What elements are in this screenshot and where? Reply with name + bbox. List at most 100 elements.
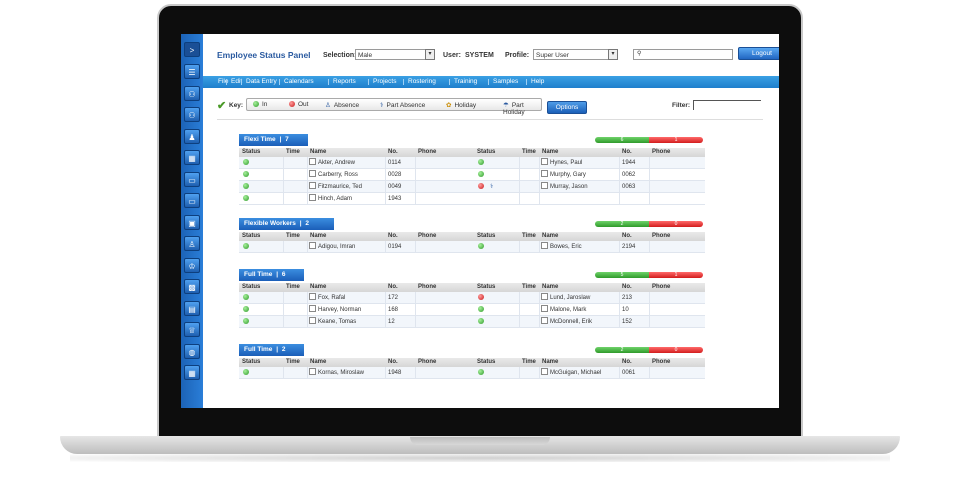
select-checkbox[interactable] [541,170,548,178]
status-dot [243,368,249,375]
status-dot [243,170,249,177]
employee-name-cell[interactable]: Hinch, Adam [309,193,352,205]
select-checkbox[interactable] [541,242,548,250]
select-checkbox[interactable] [541,293,548,301]
group-header[interactable]: Full Time | 2 [239,344,304,356]
key-item-absence[interactable]: ♙ Absence [325,101,359,109]
id-card-icon[interactable]: ▤ [184,300,200,316]
people-icon[interactable]: ⚇ [184,85,200,101]
menu-item-reports[interactable]: Reports [333,76,356,88]
select-checkbox[interactable] [541,368,548,376]
employee-name-cell[interactable]: Murphy, Gary [541,169,586,181]
group-icon[interactable]: ♙ [184,236,200,251]
employee-name-cell[interactable]: Malone, Mark [541,304,586,316]
key-item-part-holiday[interactable]: ☂ Part Holiday [503,101,541,116]
group-count: 6 [281,271,286,278]
employee-name-cell[interactable]: Bowes, Eric [541,241,582,253]
team-icon[interactable]: ♔ [184,257,200,273]
group-header[interactable]: Flexi Time | 7 [239,134,308,146]
search-input[interactable]: ⚲ [633,49,733,60]
selection-dropdown-icon[interactable]: ▾ [425,49,435,60]
menu-item-samples[interactable]: Samples [493,76,518,88]
column-header-phone: Phone [418,149,437,155]
column-header-phone: Phone [652,233,671,239]
expand-icon[interactable]: > [184,42,200,57]
select-checkbox[interactable] [541,158,548,166]
globe-icon[interactable]: ◍ [184,343,200,359]
filter-input[interactable] [693,100,761,110]
employee-name-cell[interactable]: McDonnell, Erik [541,316,592,328]
select-checkbox[interactable] [309,170,316,178]
cell-divider [385,292,386,304]
select-checkbox[interactable] [309,293,316,301]
options-button[interactable]: Options [547,101,587,114]
users-icon[interactable]: ⚇ [184,107,200,122]
employee-name-cell[interactable]: Carberry, Ross [309,169,358,181]
cell-divider [283,367,284,379]
employee-name-cell[interactable]: Akter, Andrew [309,157,355,169]
select-checkbox[interactable] [541,305,548,313]
profile-dropdown-icon[interactable]: ▾ [608,49,618,60]
employee-name-cell[interactable]: Murray, Jason [541,181,588,193]
divider [217,119,763,120]
monitor-icon[interactable]: ▣ [184,214,200,230]
employee-name-cell[interactable]: Adigou, Imran [309,241,355,253]
select-checkbox[interactable] [309,158,316,166]
select-checkbox[interactable] [541,182,548,190]
select-checkbox[interactable] [309,305,316,313]
select-checkbox[interactable] [309,182,316,190]
key-item-holiday[interactable]: ✿ Holiday [446,101,476,109]
calendar-icon[interactable]: ▦ [184,150,200,165]
group-header[interactable]: Full Time | 6 [239,269,304,281]
profile-select[interactable]: Super User [533,49,613,60]
selection-select[interactable]: Male [355,49,435,60]
cell-divider [619,316,620,328]
menu-item-training[interactable]: Training [454,76,477,88]
column-header-status: Status [477,359,496,365]
menu-separator [526,79,527,85]
cell-divider [539,292,540,304]
select-checkbox[interactable] [309,242,316,250]
menu-item-data-entry[interactable]: Data Entry [246,76,277,88]
key-item-out[interactable]: Out [289,100,308,108]
menu-item-rostering[interactable]: Rostering [408,76,436,88]
select-checkbox[interactable] [309,368,316,376]
employee-name-cell[interactable]: Kornas, Miroslaw [309,367,364,379]
employee-name-cell[interactable]: Harvey, Norman [309,304,361,316]
award-icon[interactable]: ♕ [184,322,200,337]
menu-item-calendars[interactable]: Calendars [284,76,314,88]
menu-item-help[interactable]: Help [531,76,544,88]
employee-name: Adigou, Imran [318,244,356,250]
group-separator: | [297,220,304,227]
column-header-time: Time [286,149,300,155]
grid-icon[interactable]: ▦ [184,365,200,380]
card-icon[interactable]: ▭ [184,171,200,187]
menu-separator [328,79,329,85]
select-checkbox[interactable] [309,194,316,202]
employee-name-cell[interactable]: McGuigan, Michael [541,367,601,379]
employee-name-cell[interactable]: Lund, Jaroslaw [541,292,590,304]
employee-name-cell[interactable]: Hynes, Paul [541,157,582,169]
group-header[interactable]: Flexible Workers | 2 [239,218,334,230]
logout-button[interactable]: Logout [738,47,779,60]
select-checkbox[interactable] [309,317,316,325]
window-icon[interactable]: ▭ [184,193,200,208]
person-icon[interactable]: ♟ [184,128,200,144]
status-in-icon [243,241,249,253]
key-item-part-absence[interactable]: ⚕ Part Absence [380,101,425,109]
part-absence-icon: ⚕ [380,102,384,109]
menu-item-projects[interactable]: Projects [373,76,396,88]
key-item-in[interactable]: In [253,100,267,108]
select-checkbox[interactable] [541,317,548,325]
employee-name-cell[interactable]: Fitzmaurice, Ted [309,181,362,193]
list-icon[interactable]: ☰ [184,64,200,79]
cell-divider [539,241,540,253]
employee-name-cell[interactable]: Keane, Tomas [309,316,356,328]
holiday-icon: ✿ [446,102,452,109]
status-dot [478,305,484,312]
cell-divider [519,304,520,316]
cell-divider [307,241,308,253]
employee-name-cell[interactable]: Fox, Rafal [309,292,345,304]
in-count-bar: 2 [595,347,649,353]
badge-icon[interactable]: ▩ [184,279,200,294]
